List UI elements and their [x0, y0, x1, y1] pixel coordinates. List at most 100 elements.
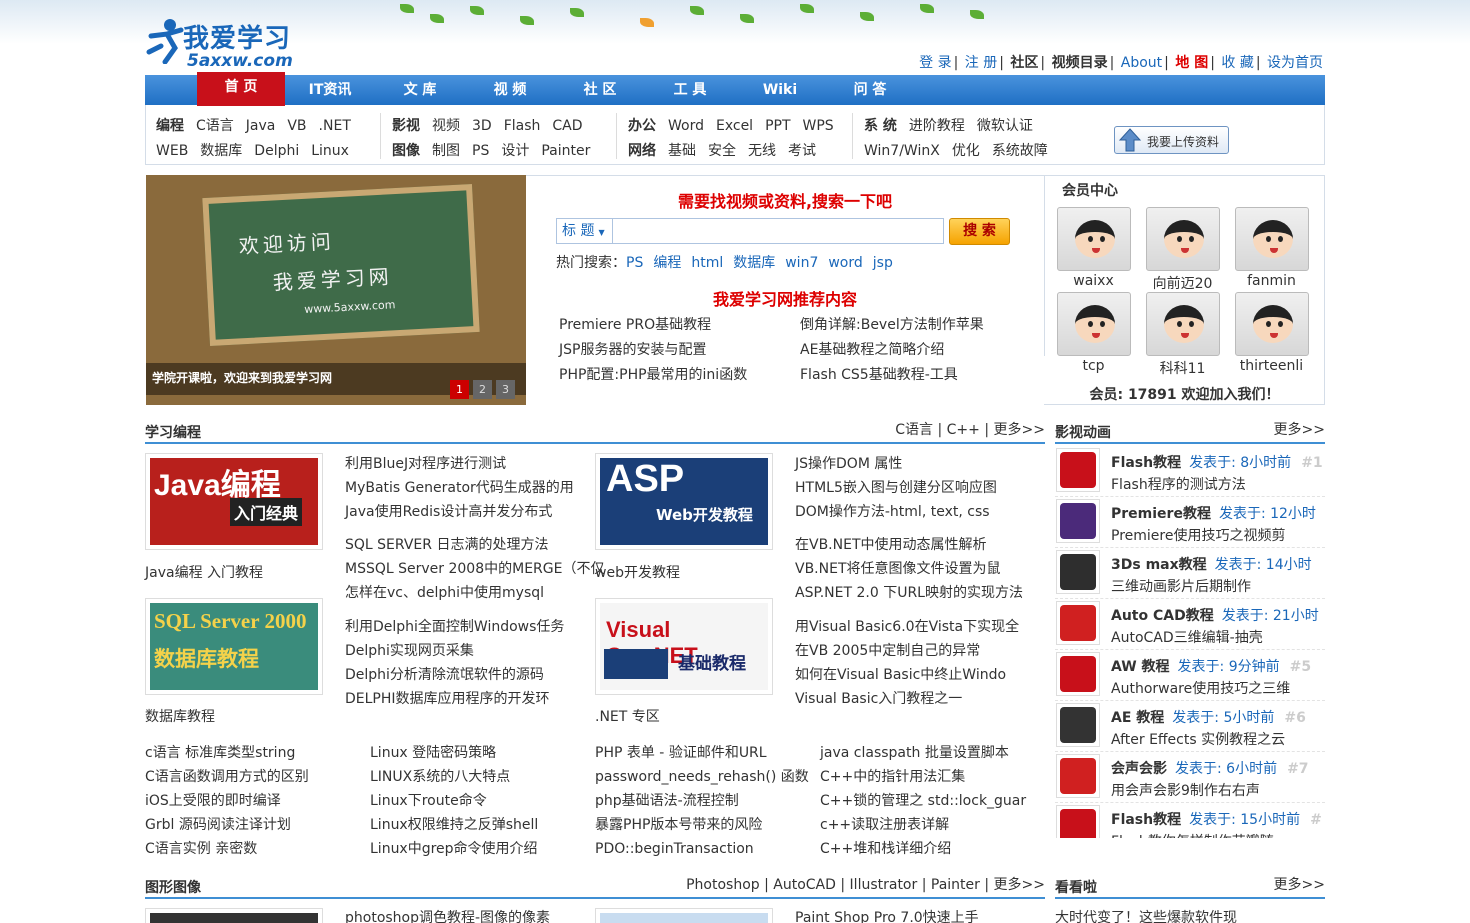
subnav-head[interactable]: 影视: [392, 118, 420, 134]
subnav-link[interactable]: .NET: [319, 118, 351, 134]
subnav-link[interactable]: 制图: [432, 143, 460, 159]
article-link[interactable]: 用Visual Basic6.0在Vista下实现全: [795, 615, 1019, 639]
article-link[interactable]: 怎样在vc、delphi中使用mysql: [345, 581, 604, 605]
member-avatar[interactable]: 向前迈20: [1145, 207, 1220, 293]
article-link[interactable]: 如何在Visual Basic中终止Windo: [795, 663, 1019, 687]
autocad-icon[interactable]: [1056, 601, 1100, 645]
member-avatar[interactable]: tcp: [1056, 292, 1131, 374]
recommend-link[interactable]: Flash CS5基础教程-工具: [800, 364, 958, 384]
subnav-head[interactable]: 图像: [392, 143, 420, 159]
subnav-link[interactable]: Excel: [716, 118, 753, 134]
video-category-link[interactable]: 会声会影: [1111, 761, 1167, 777]
article-link[interactable]: SQL SERVER 日志满的处理方法: [345, 533, 604, 557]
article-link[interactable]: DELPHI数据库应用程序的开发环: [345, 687, 564, 711]
article-link[interactable]: Paint Shop Pro 7.0快速上手: [795, 906, 979, 923]
register-link[interactable]: 注 册: [965, 55, 997, 71]
article-link[interactable]: Linux中grep命令使用介绍: [370, 837, 538, 861]
about-link[interactable]: About: [1121, 55, 1162, 71]
member-name[interactable]: thirteenli: [1240, 358, 1303, 374]
video-item[interactable]: AW 教程 发表于: 9分钟前 #5 Authorware使用技巧之三维: [1055, 651, 1325, 701]
article-link[interactable]: Delphi实现网页采集: [345, 639, 564, 663]
thumb-caption[interactable]: 数据库教程: [145, 706, 215, 726]
slide-dot[interactable]: 2: [473, 380, 492, 399]
graphics-thumbnail[interactable]: [595, 908, 773, 923]
article-link[interactable]: VB.NET将任意图像文件设置为鼠: [795, 557, 1023, 581]
video-item-desc[interactable]: Flash教你怎样制作花瓣随: [1111, 831, 1274, 838]
nav-home[interactable]: 首 页: [197, 72, 285, 106]
more-link[interactable]: Photoshop: [686, 877, 760, 893]
article-link[interactable]: 利用BlueJ对程序进行测试: [345, 452, 574, 476]
video-item[interactable]: Auto CAD教程 发表于: 21小时 AutoCAD三维编辑-抽壳: [1055, 600, 1325, 650]
more-link[interactable]: 更多>>: [1274, 874, 1325, 894]
hot-link[interactable]: PS: [626, 255, 643, 271]
article-link[interactable]: Linux 登陆密码策略: [370, 741, 538, 765]
after-effects-icon[interactable]: [1056, 703, 1100, 747]
nav-qa[interactable]: 问 答: [830, 75, 910, 105]
hot-link[interactable]: word: [828, 255, 862, 271]
nav-community[interactable]: 社 区: [560, 75, 640, 105]
nav-library[interactable]: 文 库: [380, 75, 460, 105]
article-link[interactable]: C++锁的管理之 std::lock_guar: [820, 789, 1026, 813]
article-link[interactable]: C语言函数调用方式的区别: [145, 765, 309, 789]
subnav-link[interactable]: WEB: [156, 143, 188, 159]
thumb-caption[interactable]: web开发教程: [595, 562, 695, 582]
subnav-link[interactable]: Linux: [311, 143, 349, 159]
article-link[interactable]: PDO::beginTransaction: [595, 837, 809, 861]
subnav-link[interactable]: 微软认证: [977, 118, 1033, 134]
article-link[interactable]: 暴露PHP版本号带来的风险: [595, 813, 809, 837]
flash-icon[interactable]: [1056, 448, 1100, 492]
subnav-link[interactable]: 数据库: [200, 143, 242, 159]
video-item[interactable]: 会声会影 发表于: 6小时前 #7 用会声会影9制作右右声: [1055, 753, 1325, 803]
recommend-link[interactable]: PHP配置:PHP最常用的ini函数: [559, 364, 747, 384]
video-item-desc[interactable]: AutoCAD三维编辑-抽壳: [1111, 627, 1263, 647]
subnav-link[interactable]: 考试: [788, 143, 816, 159]
video-item[interactable]: 3Ds max教程 发表于: 14小时 三维动画影片后期制作: [1055, 549, 1325, 599]
article-link[interactable]: HTML5嵌入图与创建分区响应图: [795, 476, 997, 500]
thumb-caption[interactable]: .NET 专区: [595, 706, 660, 726]
subnav-link[interactable]: PPT: [765, 118, 790, 134]
article-link[interactable]: DOM操作方法-html, text, css: [795, 500, 997, 524]
video-category-link[interactable]: AW 教程: [1111, 659, 1170, 675]
article-link[interactable]: JS操作DOM 属性: [795, 452, 997, 476]
premiere-icon[interactable]: [1056, 499, 1100, 543]
article-link[interactable]: 大时代变了！这些爆款软件现: [1055, 906, 1237, 923]
more-link[interactable]: 更多>>: [994, 877, 1045, 893]
video-category-link[interactable]: Flash教程: [1111, 812, 1181, 828]
more-link[interactable]: Painter: [931, 877, 980, 893]
video-category-link[interactable]: 3Ds max教程: [1111, 557, 1207, 573]
subnav-link[interactable]: 优化: [952, 143, 980, 159]
subnav-link[interactable]: CAD: [552, 118, 582, 134]
article-link[interactable]: c++读取注册表详解: [820, 813, 1026, 837]
subnav-head[interactable]: 编程: [156, 118, 184, 134]
video-item[interactable]: Flash教程发表于: 15小时前 # Flash教你怎样制作花瓣随: [1055, 804, 1325, 838]
set-homepage-link[interactable]: 设为首页: [1267, 55, 1323, 71]
member-name[interactable]: 向前迈20: [1153, 276, 1213, 292]
member-avatar[interactable]: waixx: [1056, 207, 1131, 289]
authorware-icon[interactable]: [1056, 652, 1100, 696]
article-link[interactable]: java classpath 批量设置脚本: [820, 741, 1026, 765]
video-category-link[interactable]: Premiere教程: [1111, 506, 1211, 522]
article-link[interactable]: LINUX系统的八大特点: [370, 765, 538, 789]
article-link[interactable]: c语言 标准库类型string: [145, 741, 309, 765]
thumb-caption[interactable]: Java编程 入门教程: [145, 562, 263, 582]
article-link[interactable]: C++堆和栈详细介绍: [820, 837, 1026, 861]
upload-button[interactable]: 我要上传资料: [1114, 126, 1229, 154]
member-name[interactable]: tcp: [1082, 358, 1104, 374]
site-logo[interactable]: 我爱学习 5axxw.com: [145, 14, 305, 72]
article-link[interactable]: Linux下route命令: [370, 789, 538, 813]
article-link[interactable]: 在VB.NET中使用动态属性解析: [795, 533, 1023, 557]
subnav-link[interactable]: Java: [246, 118, 276, 134]
recommend-link[interactable]: 倒角详解:Bevel方法制作苹果: [800, 314, 984, 334]
slide-dot[interactable]: 3: [496, 380, 515, 399]
nav-it-news[interactable]: IT资讯: [290, 75, 370, 105]
more-link[interactable]: C++: [947, 422, 980, 438]
article-link[interactable]: Linux权限维持之反弹shell: [370, 813, 538, 837]
subnav-link[interactable]: 无线: [748, 143, 776, 159]
hot-link[interactable]: win7: [785, 255, 818, 271]
article-link[interactable]: MyBatis Generator代码生成器的用: [345, 476, 574, 500]
speaker-icon[interactable]: [1056, 754, 1100, 798]
article-link[interactable]: Java使用Redis设计高并发分布式: [345, 500, 574, 524]
search-type-select[interactable]: 标 题 ▼: [557, 219, 613, 243]
subnav-link[interactable]: PS: [472, 143, 489, 159]
flash-icon[interactable]: [1056, 805, 1100, 838]
